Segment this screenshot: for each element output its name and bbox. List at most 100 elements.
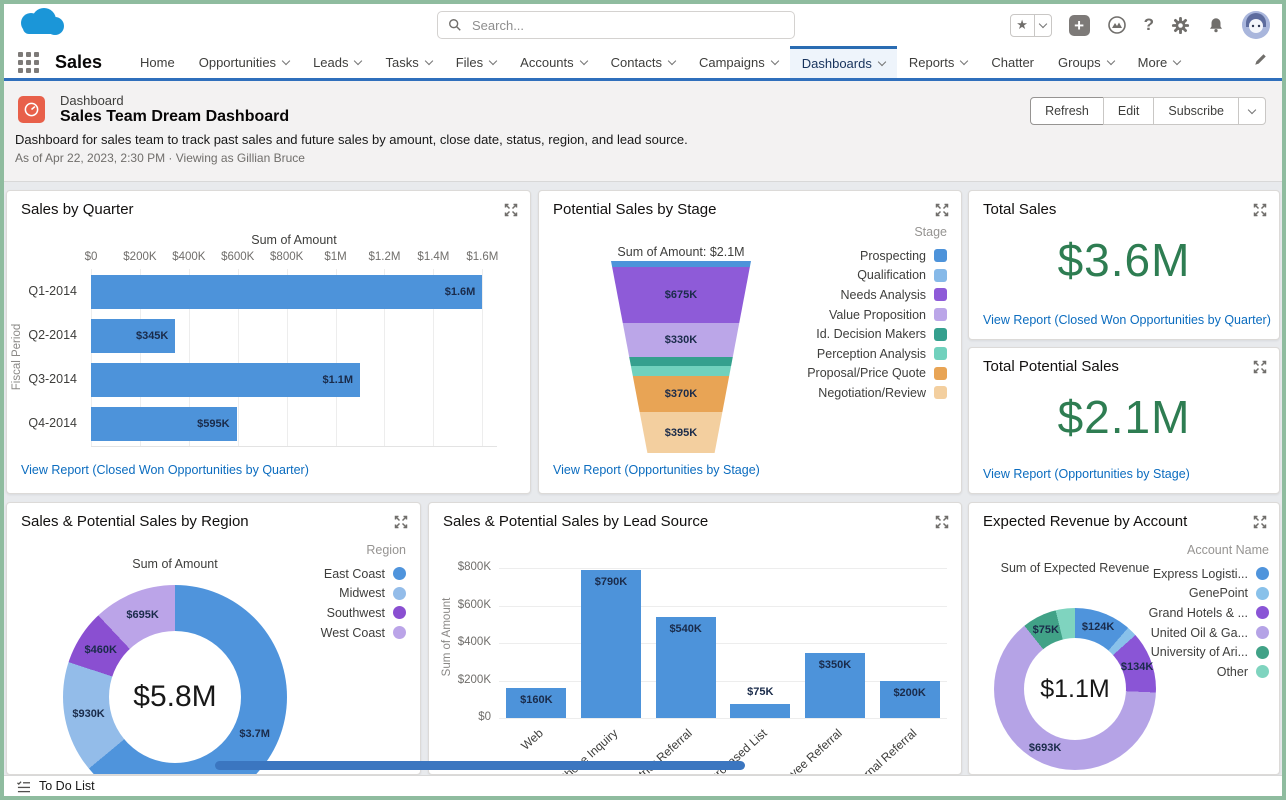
global-search[interactable] bbox=[437, 11, 795, 39]
funnel-segment[interactable]: $370K bbox=[611, 376, 751, 412]
card-title: Total Potential Sales bbox=[983, 358, 1119, 375]
view-report-link[interactable]: View Report (Opportunities by Stage) bbox=[983, 467, 1190, 481]
legend-title: Region bbox=[321, 543, 406, 557]
legend-label: Value Proposition bbox=[829, 308, 926, 322]
bar-value-label: $75K bbox=[723, 686, 798, 698]
app-launcher-icon[interactable] bbox=[18, 52, 39, 73]
axis-tick-label: $200K bbox=[123, 251, 156, 263]
card-total-sales: Total Sales $3.6M View Report (Closed Wo… bbox=[968, 190, 1280, 340]
tab-contacts[interactable]: Contacts bbox=[599, 46, 687, 78]
tab-label: Files bbox=[456, 55, 483, 70]
search-icon bbox=[448, 18, 462, 32]
account-donut[interactable]: $1.1M $124K$134K$693K$75K bbox=[994, 608, 1156, 770]
legend-marker bbox=[393, 606, 406, 619]
dashboard-meta: As of Apr 22, 2023, 2:30 PM · Viewing as… bbox=[15, 151, 305, 165]
legend-label: Needs Analysis bbox=[841, 288, 926, 302]
notifications-bell-icon[interactable] bbox=[1207, 16, 1225, 34]
view-report-link[interactable]: View Report (Opportunities by Stage) bbox=[553, 463, 760, 477]
expand-button[interactable] bbox=[1253, 515, 1267, 529]
tab-home[interactable]: Home bbox=[128, 46, 187, 78]
expand-button[interactable] bbox=[504, 203, 518, 217]
bar[interactable] bbox=[730, 704, 790, 718]
bar[interactable]: $595K bbox=[91, 407, 237, 441]
expand-button[interactable] bbox=[394, 515, 408, 529]
bar-value-label: $595K bbox=[197, 418, 229, 430]
utility-bar[interactable]: To Do List bbox=[4, 775, 1282, 796]
favorites-control[interactable]: ★ bbox=[1010, 14, 1052, 37]
favorite-star-icon[interactable]: ★ bbox=[1011, 15, 1035, 36]
expand-button[interactable] bbox=[1253, 360, 1267, 374]
legend-label: Qualification bbox=[857, 268, 926, 282]
expand-button[interactable] bbox=[1253, 203, 1267, 217]
funnel-segment[interactable]: $395K bbox=[611, 412, 751, 453]
expand-button[interactable] bbox=[935, 515, 949, 529]
tab-campaigns[interactable]: Campaigns bbox=[687, 46, 790, 78]
header-actions: ★ + ? bbox=[1010, 4, 1270, 46]
lead-plot: $800K$600K$400K$200K$0$160KWeb$790KPhone… bbox=[499, 559, 947, 719]
user-avatar[interactable] bbox=[1242, 11, 1270, 39]
tab-groups[interactable]: Groups bbox=[1046, 46, 1126, 78]
bar-value-label: $1.1M bbox=[322, 374, 353, 386]
donut-total-label: $1.1M bbox=[1040, 675, 1109, 704]
tab-leads[interactable]: Leads bbox=[301, 46, 373, 78]
guidance-center-icon[interactable] bbox=[1107, 15, 1127, 35]
edit-button[interactable]: Edit bbox=[1103, 97, 1155, 125]
chevron-down-icon bbox=[668, 56, 676, 64]
expand-button[interactable] bbox=[935, 203, 949, 217]
bar[interactable]: $1.1M bbox=[91, 363, 360, 397]
card-title: Expected Revenue by Account bbox=[983, 513, 1187, 530]
bar[interactable]: $1.6M bbox=[91, 275, 482, 309]
chevron-down-icon bbox=[579, 56, 587, 64]
help-icon[interactable]: ? bbox=[1144, 15, 1154, 35]
tab-chatter[interactable]: Chatter bbox=[979, 46, 1046, 78]
tab-tasks[interactable]: Tasks bbox=[373, 46, 443, 78]
favorites-chevron-icon[interactable] bbox=[1035, 15, 1051, 36]
chevron-down-icon bbox=[282, 56, 290, 64]
tab-label: Home bbox=[140, 55, 175, 70]
tab-more[interactable]: More bbox=[1126, 46, 1193, 78]
axis-tick-label: $1.6M bbox=[466, 251, 498, 263]
tab-label: Tasks bbox=[385, 55, 418, 70]
slice-value-label: $695K bbox=[126, 609, 158, 621]
tab-opportunities[interactable]: Opportunities bbox=[187, 46, 301, 78]
entity-label: Dashboard bbox=[60, 93, 124, 108]
view-report-link[interactable]: View Report (Closed Won Opportunities by… bbox=[983, 313, 1271, 327]
grid-line bbox=[499, 568, 947, 569]
legend-marker bbox=[934, 347, 947, 360]
axis-tick-label: $0 bbox=[435, 711, 491, 723]
bar[interactable] bbox=[581, 570, 641, 718]
funnel-segment[interactable] bbox=[611, 357, 751, 366]
search-input[interactable] bbox=[470, 17, 784, 34]
funnel-segment[interactable]: $330K bbox=[611, 323, 751, 357]
card-sales-by-region: Sales & Potential Sales by Region Sum of… bbox=[6, 502, 421, 775]
funnel-segment[interactable]: $675K bbox=[611, 267, 751, 322]
subscribe-button[interactable]: Subscribe bbox=[1153, 97, 1239, 125]
axis-tick-label: $400K bbox=[172, 251, 205, 263]
global-actions-icon[interactable]: + bbox=[1069, 15, 1090, 36]
slice-value-label: $460K bbox=[85, 644, 117, 656]
legend-item: Proposal/Price Quote bbox=[807, 364, 947, 384]
stage-funnel: $675K$330K $370K$395K bbox=[611, 261, 751, 453]
nav-bar: Sales HomeOpportunitiesLeadsTasksFilesAc… bbox=[4, 46, 1282, 81]
bar-value-label: $540K bbox=[648, 623, 723, 635]
legend-label: Negotiation/Review bbox=[818, 386, 926, 400]
funnel-segment[interactable] bbox=[611, 366, 751, 377]
more-actions-button[interactable] bbox=[1238, 97, 1266, 125]
edit-nav-pencil-icon[interactable] bbox=[1253, 52, 1268, 72]
tab-files[interactable]: Files bbox=[444, 46, 508, 78]
legend-label: West Coast bbox=[321, 626, 385, 640]
grid-line bbox=[499, 606, 947, 607]
region-donut[interactable]: $5.8M $3.7M$930K$460K$695K bbox=[63, 585, 287, 775]
refresh-button[interactable]: Refresh bbox=[1030, 97, 1104, 125]
tab-reports[interactable]: Reports bbox=[897, 46, 980, 78]
setup-gear-icon[interactable] bbox=[1171, 16, 1190, 35]
legend-label: Express Logisti... bbox=[1153, 567, 1248, 581]
tab-accounts[interactable]: Accounts bbox=[508, 46, 598, 78]
bar[interactable]: $345K bbox=[91, 319, 175, 353]
legend-marker bbox=[393, 567, 406, 580]
view-report-link[interactable]: View Report (Closed Won Opportunities by… bbox=[21, 463, 309, 477]
horizontal-scrollbar-thumb[interactable] bbox=[215, 761, 745, 770]
tab-dashboards[interactable]: Dashboards bbox=[790, 46, 897, 78]
category-axis-title: Fiscal Period bbox=[11, 297, 23, 417]
donut-center: $5.8M bbox=[109, 631, 241, 763]
